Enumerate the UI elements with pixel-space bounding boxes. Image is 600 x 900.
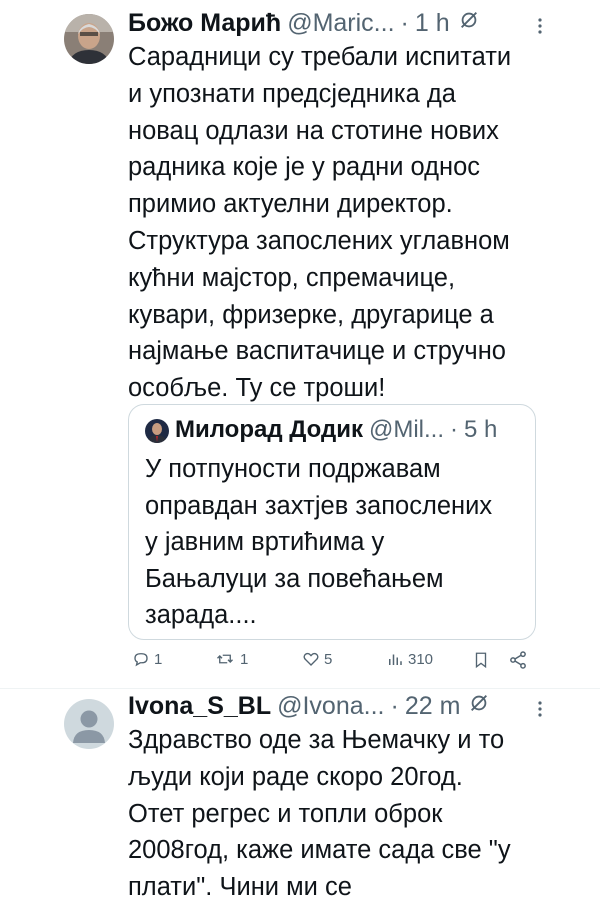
text-line: оправдан захтјев запослених <box>145 491 493 520</box>
text-line: Структура запослених углавном <box>128 226 510 255</box>
bookmark-icon <box>472 650 490 670</box>
text-line: Сарадници су требали испитати <box>128 43 512 71</box>
quote-timestamp[interactable]: 5 h <box>464 415 497 445</box>
reply-button[interactable]: 1 <box>132 650 162 668</box>
author-handle[interactable]: @Ivona... <box>277 691 384 721</box>
grok-icon[interactable] <box>458 8 480 30</box>
separator-dot: · <box>400 9 409 37</box>
text-line: у јавним вртићима у <box>145 528 385 556</box>
timestamp[interactable]: 1 h <box>415 8 450 38</box>
text-line: Здравство оде за Њемачку и то <box>128 726 505 754</box>
text-line: примио актуелни директор. <box>128 190 453 219</box>
tweet-text: Сарадници су требали испитати и упознати… <box>128 39 511 407</box>
tweet-bozo-maric[interactable]: Божо Марић @Maric... · 1 h Сарадници су … <box>0 0 600 688</box>
quote-text: У потпуности подржавам оправдан захтјев … <box>145 451 492 634</box>
tweet-text: Здравство оде за Њемачку и то људи који … <box>128 722 511 900</box>
default-avatar[interactable] <box>64 699 114 749</box>
avatar[interactable] <box>64 14 114 64</box>
text-line: особље. Ту се троши! <box>128 374 386 403</box>
like-icon <box>302 650 320 668</box>
retweet-count: 1 <box>240 650 249 668</box>
separator-dot: · <box>450 416 459 443</box>
share-button[interactable] <box>508 650 528 670</box>
views-button[interactable]: 310 <box>386 650 433 668</box>
author-name[interactable]: Ivona_S_BL <box>128 691 271 721</box>
like-count: 5 <box>324 650 333 668</box>
reply-count: 1 <box>154 650 163 668</box>
text-line: кувари, фризерке, другарице а <box>128 300 494 329</box>
text-line: плати". Чини ми се <box>128 873 352 900</box>
text-line: зарада.... <box>145 601 257 629</box>
quoted-tweet[interactable]: Милорад Додик @Mil... · 5 h У потпуности… <box>128 404 536 640</box>
quote-header: Милорад Додик @Mil... · 5 h <box>175 415 497 445</box>
share-icon <box>508 650 528 670</box>
retweet-icon <box>214 650 236 668</box>
quote-author-handle[interactable]: @Mil... <box>369 415 444 445</box>
timestamp[interactable]: 22 m <box>405 691 461 721</box>
grok-icon[interactable] <box>468 691 490 713</box>
text-line: кућни мајстор, спремачице, <box>128 263 456 292</box>
bookmark-button[interactable] <box>472 650 490 670</box>
more-icon[interactable] <box>530 699 550 719</box>
reply-icon <box>132 650 150 668</box>
tweet-header: Ivona_S_BL @Ivona... · 22 m <box>128 691 490 721</box>
tweet-header: Божо Марић @Maric... · 1 h <box>128 8 480 38</box>
text-line: радника које је у радни однос <box>128 153 481 182</box>
text-line: Бањалуци за повећањем <box>145 564 444 593</box>
views-count: 310 <box>408 650 434 668</box>
like-button[interactable]: 5 <box>302 650 332 668</box>
separator-dot: · <box>390 692 399 720</box>
tweet-ivona[interactable]: Ivona_S_BL @Ivona... · 22 m Здравство од… <box>0 689 600 900</box>
text-line: и упознати предсједника да <box>128 79 456 108</box>
text-line: новац одлази на стотине нових <box>128 116 499 145</box>
author-handle[interactable]: @Maric... <box>287 8 394 38</box>
text-line: људи који раде скоро 20год. <box>128 762 463 791</box>
text-line: Отет регрес и топли оброк <box>128 799 443 828</box>
text-line: 2008год, каже имате сада све "у <box>128 836 511 865</box>
text-line: У потпуности подржавам <box>145 455 441 483</box>
action-bar: 1 1 5 310 <box>128 650 538 676</box>
author-name[interactable]: Божо Марић <box>128 8 281 38</box>
quote-author-name[interactable]: Милорад Додик <box>175 415 363 445</box>
quote-avatar[interactable] <box>145 419 169 443</box>
views-icon <box>386 650 404 668</box>
text-line: најмање васпитачице и стручно <box>128 337 506 366</box>
retweet-button[interactable]: 1 <box>214 650 248 668</box>
more-icon[interactable] <box>530 16 550 36</box>
